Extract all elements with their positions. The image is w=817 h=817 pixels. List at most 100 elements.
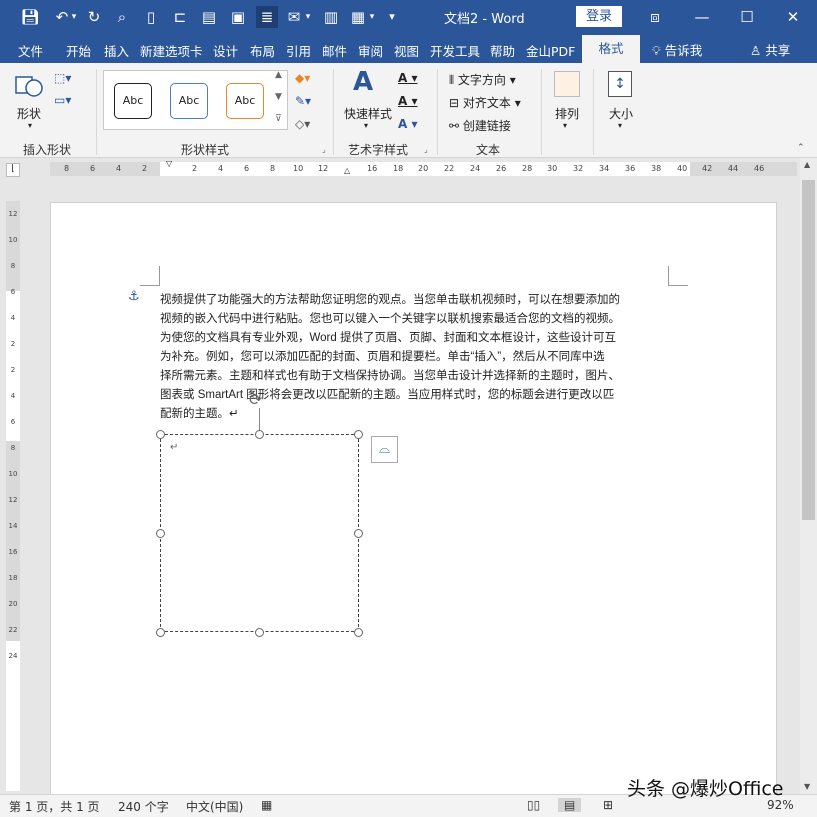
scrollbar-thumb[interactable] bbox=[802, 180, 815, 520]
collapse-ribbon-icon[interactable]: ⌃ bbox=[797, 143, 805, 153]
anchor-icon[interactable]: ⚓︎ bbox=[128, 289, 140, 304]
redo-icon[interactable]: ↻ bbox=[83, 6, 105, 28]
tab-help[interactable]: 帮助 bbox=[490, 41, 515, 60]
layout-options-icon[interactable]: ⌓ bbox=[371, 436, 398, 463]
macro-recording-icon[interactable]: ▦ bbox=[261, 798, 272, 812]
print-layout-icon[interactable]: ▤ bbox=[558, 798, 582, 812]
shapes-button-label[interactable]: 形状 bbox=[17, 105, 41, 122]
paragraph-line[interactable]: 为补充。例如，您可以添加匹配的封面、页眉和提要栏。单击“插入”，然后从不同库中选 bbox=[160, 348, 605, 364]
resize-handle-top[interactable] bbox=[255, 430, 264, 439]
tab-selector-icon[interactable]: ⌊ bbox=[6, 163, 20, 177]
save-icon[interactable]: 💾︎ bbox=[19, 6, 41, 28]
text-effects-icon[interactable]: A ▾ bbox=[398, 117, 418, 131]
resize-handle-bottom-left[interactable] bbox=[156, 628, 165, 637]
open-folder-icon[interactable]: ⊏ bbox=[169, 6, 191, 28]
word-count[interactable]: 240 个字 bbox=[118, 798, 169, 815]
tab-view[interactable]: 视图 bbox=[394, 41, 419, 60]
horizontal-ruler[interactable]: 8 6 4 2 2 4 6 8 10 12 16 18 20 22 24 26 … bbox=[50, 159, 797, 176]
size-label[interactable]: 大小 bbox=[609, 105, 633, 122]
tab-home[interactable]: 开始 bbox=[66, 41, 91, 60]
resize-handle-bottom[interactable] bbox=[255, 628, 264, 637]
tab-kingsoft-pdf[interactable]: 金山PDF bbox=[526, 41, 575, 60]
columns-icon[interactable]: ▥ bbox=[320, 6, 342, 28]
ribbon-display-icon[interactable]: ⧈ bbox=[642, 6, 668, 28]
language-indicator[interactable]: 中文(中国) bbox=[186, 798, 243, 815]
text-box[interactable] bbox=[160, 434, 359, 632]
paragraph-line[interactable]: 视频的嵌入代码中进行粘贴。您也可以键入一个关键字以联机搜索最适合您的文档的视频。 bbox=[160, 310, 620, 326]
tab-layout[interactable]: 布局 bbox=[250, 41, 275, 60]
size-icon[interactable]: ↕ bbox=[608, 71, 632, 97]
gallery-scroll-down-icon[interactable]: ▼ bbox=[275, 92, 282, 102]
shapes-icon[interactable] bbox=[14, 71, 44, 101]
maximize-icon[interactable]: ☐ bbox=[734, 6, 760, 28]
tab-insert[interactable]: 插入 bbox=[104, 41, 129, 60]
shape-styles-launcher-icon[interactable]: ⌟ bbox=[322, 145, 326, 154]
gallery-more-icon[interactable]: ⊽ bbox=[275, 114, 282, 124]
create-link-button[interactable]: ⚯ 创建链接 bbox=[449, 117, 511, 134]
arrange-label[interactable]: 排列 bbox=[555, 105, 579, 122]
paragraph-line[interactable]: 视频提供了功能强大的方法帮助您证明您的观点。当您单击联机视频时，可以在想要添加的 bbox=[160, 291, 620, 307]
shape-effects-icon[interactable]: ◇▾ bbox=[295, 117, 310, 131]
size-dropdown-icon[interactable]: ▾ bbox=[618, 121, 622, 130]
text-box-icon[interactable]: ▭▾ bbox=[54, 93, 71, 107]
quick-styles-dropdown-icon[interactable]: ▾ bbox=[364, 121, 368, 130]
tab-format[interactable]: 格式 bbox=[582, 35, 640, 64]
page-count[interactable]: 第 1 页，共 1 页 bbox=[9, 798, 100, 815]
close-icon[interactable]: ✕ bbox=[780, 6, 806, 28]
envelope-icon[interactable]: ✉ bbox=[283, 6, 305, 28]
text-fill-icon[interactable]: A ▾ bbox=[398, 71, 418, 85]
shape-fill-icon[interactable]: ◆▾ bbox=[295, 71, 310, 85]
scroll-up-icon[interactable]: ▲ bbox=[804, 160, 810, 169]
customize-toolbar-icon[interactable]: ▾ bbox=[384, 6, 400, 28]
align-text-button[interactable]: ⊟ 对齐文本 ▾ bbox=[449, 94, 521, 111]
style-sample-blue[interactable]: Abc bbox=[170, 83, 208, 119]
edit-shape-icon[interactable]: ⬚▾ bbox=[54, 71, 71, 85]
wordart-quick-styles-icon[interactable]: A bbox=[353, 67, 373, 97]
paste-icon[interactable]: ▤ bbox=[198, 6, 220, 28]
tab-references[interactable]: 引用 bbox=[286, 41, 311, 60]
text-outline-icon[interactable]: A ▾ bbox=[398, 94, 418, 108]
arrange-icon[interactable] bbox=[554, 71, 580, 97]
gallery-scroll-up-icon[interactable]: ▲ bbox=[275, 70, 282, 80]
scroll-down-icon[interactable]: ▼ bbox=[804, 782, 810, 791]
resize-handle-bottom-right[interactable] bbox=[354, 628, 363, 637]
right-indent-marker[interactable]: △ bbox=[344, 166, 350, 175]
tab-review[interactable]: 审阅 bbox=[358, 41, 383, 60]
new-document-icon[interactable]: ▯ bbox=[140, 6, 162, 28]
resize-handle-top-right[interactable] bbox=[354, 430, 363, 439]
tell-me-search[interactable]: 💡︎ 告诉我 bbox=[652, 40, 702, 59]
envelope-dropdown-icon[interactable]: ▾ bbox=[303, 6, 313, 28]
shapes-dropdown-icon[interactable]: ▾ bbox=[28, 121, 32, 130]
tab-file[interactable]: 文件 bbox=[18, 41, 43, 60]
arrange-dropdown-icon[interactable]: ▾ bbox=[563, 121, 567, 130]
paragraph-line[interactable]: 图表或 SmartArt 图形将会更改以匹配新的主题。当应用样式时，您的标题会进… bbox=[160, 386, 614, 402]
rotate-handle-icon[interactable]: ⟳ bbox=[249, 390, 262, 409]
picture-icon[interactable]: ▣ bbox=[227, 6, 249, 28]
clipboard-icon[interactable]: ▦ bbox=[347, 6, 369, 28]
tab-mailings[interactable]: 邮件 bbox=[322, 41, 347, 60]
paragraph-line[interactable]: 配新的主题。↵ bbox=[160, 405, 239, 421]
text-direction-button[interactable]: ⫴ 文字方向 ▾ bbox=[449, 71, 516, 88]
undo-dropdown-icon[interactable]: ▾ bbox=[68, 6, 80, 28]
paragraph-line[interactable]: 择所需元素。主题和样式也有助于文档保持协调。当您单击设计并选择新的主题时，图片、 bbox=[160, 367, 620, 383]
text-layout-icon[interactable]: ≣ bbox=[256, 6, 278, 28]
quick-styles-label[interactable]: 快速样式 bbox=[344, 105, 392, 122]
vertical-ruler[interactable]: 12 10 8 6 4 2 2 4 6 8 10 12 14 16 18 20 … bbox=[6, 201, 20, 791]
shape-outline-icon[interactable]: ✎▾ bbox=[295, 94, 311, 108]
tab-design[interactable]: 设计 bbox=[213, 41, 238, 60]
resize-handle-left[interactable] bbox=[156, 529, 165, 538]
tab-developer[interactable]: 开发工具 bbox=[430, 41, 480, 60]
first-line-indent-marker[interactable]: ▽ bbox=[166, 159, 172, 168]
clipboard-dropdown-icon[interactable]: ▾ bbox=[367, 6, 377, 28]
share-button[interactable]: ♙ 共享 bbox=[750, 40, 790, 59]
print-preview-icon[interactable]: ⌕ bbox=[111, 6, 133, 28]
style-sample-orange[interactable]: Abc bbox=[226, 83, 264, 119]
paragraph-line[interactable]: 为使您的文档具有专业外观，Word 提供了页眉、页脚、封面和文本框设计，这些设计… bbox=[160, 329, 616, 345]
wordart-launcher-icon[interactable]: ⌟ bbox=[424, 145, 428, 154]
read-mode-icon[interactable]: ▯▯ bbox=[527, 798, 540, 812]
tab-new[interactable]: 新建选项卡 bbox=[140, 41, 203, 60]
login-button[interactable]: 登录 bbox=[576, 6, 622, 27]
vertical-scrollbar[interactable]: ▲ ▼ bbox=[800, 158, 817, 794]
resize-handle-right[interactable] bbox=[354, 529, 363, 538]
web-layout-icon[interactable]: ⊞ bbox=[603, 798, 613, 812]
